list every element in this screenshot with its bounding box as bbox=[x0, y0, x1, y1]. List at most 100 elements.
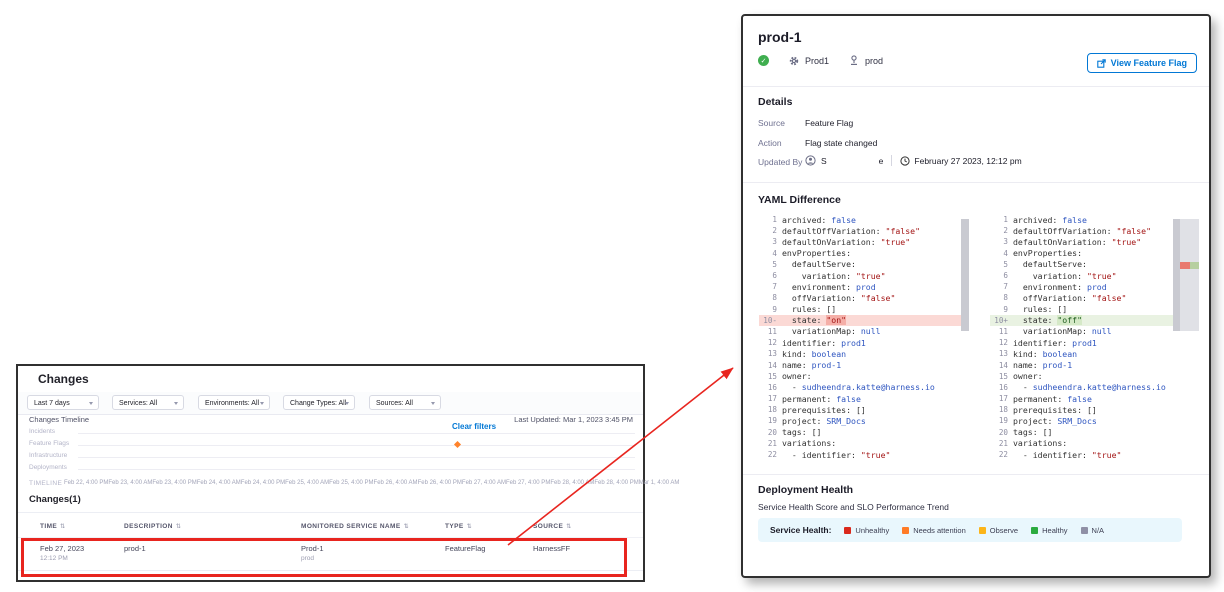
yaml-code: - sudheendra.katte@harness.io bbox=[782, 382, 935, 392]
legend-item-label: Needs attention bbox=[913, 526, 966, 535]
updated-by-row: S e February 27 2023, 12:12 pm bbox=[805, 155, 1022, 166]
line-number: 19 bbox=[759, 416, 782, 425]
changes-count-label: Changes(1) bbox=[29, 494, 81, 505]
legend-item-label: N/A bbox=[1092, 526, 1105, 535]
timeline-tick-label: Feb 25, 4:00 PM bbox=[329, 480, 373, 486]
yaml-code: defaultOnVariation: "true" bbox=[1013, 237, 1141, 247]
column-header-time[interactable]: TIME bbox=[40, 523, 124, 530]
yaml-token: false bbox=[836, 394, 861, 404]
timeline-tick-label: Feb 23, 4:00 AM bbox=[108, 480, 152, 486]
yaml-token: "true" bbox=[1092, 450, 1122, 460]
yaml-diff-right-pane[interactable]: 1archived: false2defaultOffVariation: "f… bbox=[990, 214, 1194, 460]
yaml-line: 14name: prod-1 bbox=[759, 359, 963, 370]
yaml-line: 20tags: [] bbox=[759, 427, 963, 438]
service-ref-label: Prod1 bbox=[805, 56, 829, 66]
yaml-diff-left-pane[interactable]: 1archived: false2defaultOffVariation: "f… bbox=[759, 214, 963, 460]
changes-table-row[interactable]: Feb 27, 202312:12 PMprod-1Prod-1prodFeat… bbox=[18, 537, 643, 571]
line-number: 3 bbox=[990, 237, 1013, 246]
monitored-service-sub-value: prod bbox=[301, 555, 445, 562]
changes-table: TIMEDESCRIPTIONMONITORED SERVICE NAMETYP… bbox=[18, 512, 643, 571]
yaml-token: [] bbox=[856, 405, 866, 415]
yaml-code: defaultServe: bbox=[782, 259, 856, 269]
yaml-code: variations: bbox=[782, 438, 836, 448]
yaml-line: 9 rules: [] bbox=[990, 304, 1194, 315]
yaml-line: 9 rules: [] bbox=[759, 304, 963, 315]
yaml-token: prod1 bbox=[1072, 338, 1097, 348]
divider bbox=[891, 155, 892, 166]
yaml-code: project: SRM_Docs bbox=[1013, 416, 1097, 426]
yaml-token: environment: bbox=[1013, 282, 1087, 292]
column-header-type[interactable]: TYPE bbox=[445, 523, 533, 530]
yaml-line: 5 defaultServe: bbox=[759, 259, 963, 270]
line-number: 7 bbox=[759, 282, 782, 291]
yaml-token: "true" bbox=[861, 450, 891, 460]
yaml-token: "true" bbox=[1087, 271, 1117, 281]
legend-color-square bbox=[844, 527, 851, 534]
service-health-legend: Service Health: UnhealthyNeeds attention… bbox=[758, 518, 1182, 542]
yaml-line: 8 offVariation: "false" bbox=[759, 292, 963, 303]
yaml-token: prod1 bbox=[841, 338, 866, 348]
legend-item-needs-attention: Needs attention bbox=[902, 526, 966, 535]
filter-dropdown-0[interactable]: Last 7 days bbox=[27, 395, 99, 410]
yaml-code: rules: [] bbox=[1013, 304, 1067, 314]
column-header-description[interactable]: DESCRIPTION bbox=[124, 523, 301, 530]
deployment-health-subtitle: Service Health Score and SLO Performance… bbox=[758, 502, 949, 512]
filter-dropdown-4[interactable]: Sources: All bbox=[369, 395, 441, 410]
page: Changes Last 7 daysServices: AllEnvironm… bbox=[0, 0, 1224, 592]
column-header-monitored-service-name[interactable]: MONITORED SERVICE NAME bbox=[301, 523, 445, 530]
yaml-token: sudheendra.katte@harness.io bbox=[802, 382, 935, 392]
filter-dropdown-value: Change Types: All bbox=[290, 400, 346, 407]
line-number: 4 bbox=[759, 249, 782, 258]
yaml-token: defaultServe: bbox=[1013, 259, 1087, 269]
left-pane-scrollbar[interactable] bbox=[961, 219, 969, 331]
right-pane-scrollbar[interactable] bbox=[1173, 219, 1180, 331]
yaml-token: variation: bbox=[1013, 271, 1087, 281]
filter-dropdown-value: Sources: All bbox=[376, 400, 413, 407]
timeline-row-line bbox=[78, 457, 635, 458]
yaml-line: 3defaultOnVariation: "true" bbox=[759, 236, 963, 247]
yaml-token: variationMap: bbox=[1013, 326, 1092, 336]
change-meta-row: Prod1 prod bbox=[758, 55, 883, 66]
line-number: 20 bbox=[759, 428, 782, 437]
filter-dropdown-3[interactable]: Change Types: All bbox=[283, 395, 355, 410]
view-feature-flag-button[interactable]: View Feature Flag bbox=[1087, 53, 1197, 73]
yaml-token: "on" bbox=[826, 315, 846, 325]
deployment-health-heading: Deployment Health bbox=[758, 484, 853, 496]
yaml-line: 19project: SRM_Docs bbox=[759, 415, 963, 426]
yaml-code: defaultOnVariation: "true" bbox=[782, 237, 910, 247]
timeline-tick-label: Mar 1, 4:00 AM bbox=[639, 480, 680, 486]
yaml-token: false bbox=[1067, 394, 1092, 404]
changes-panel: Changes Last 7 daysServices: AllEnvironm… bbox=[16, 364, 645, 582]
feature-flag-change-marker[interactable] bbox=[454, 441, 461, 448]
yaml-line: 1archived: false bbox=[990, 214, 1194, 225]
time-sub-value: 12:12 PM bbox=[40, 555, 124, 562]
line-number: 22 bbox=[990, 450, 1013, 459]
details-heading: Details bbox=[758, 96, 792, 108]
diff-removed-marker bbox=[1180, 262, 1190, 269]
yaml-token: prod-1 bbox=[812, 360, 842, 370]
yaml-token: offVariation: bbox=[782, 293, 861, 303]
yaml-line: 10- state: "on" bbox=[759, 315, 963, 326]
filter-dropdown-2[interactable]: Environments: All bbox=[198, 395, 270, 410]
yaml-line: 1archived: false bbox=[759, 214, 963, 225]
line-number: 4 bbox=[990, 249, 1013, 258]
yaml-token: sudheendra.katte@harness.io bbox=[1033, 382, 1166, 392]
updated-by-label: Updated By bbox=[758, 157, 802, 167]
yaml-code: permanent: false bbox=[782, 394, 861, 404]
yaml-code: envProperties: bbox=[1013, 248, 1082, 258]
yaml-token: null bbox=[861, 326, 881, 336]
timeline-row: Deployments bbox=[18, 462, 643, 474]
last-updated-text: Last Updated: Mar 1, 2023 3:45 PM bbox=[514, 415, 633, 424]
line-number: 3 bbox=[759, 237, 782, 246]
line-number: 2 bbox=[759, 226, 782, 235]
legend-item-label: Observe bbox=[990, 526, 1018, 535]
yaml-line: 16 - sudheendra.katte@harness.io bbox=[759, 382, 963, 393]
source-value: Feature Flag bbox=[805, 118, 853, 128]
yaml-code: tags: [] bbox=[1013, 427, 1052, 437]
chevron-down-icon bbox=[260, 402, 264, 405]
column-header-source[interactable]: SOURCE bbox=[533, 523, 643, 530]
timeline-ticks: Feb 22, 4:00 PMFeb 23, 4:00 AMFeb 23, 4:… bbox=[64, 480, 640, 486]
line-number: 15 bbox=[759, 372, 782, 381]
filter-dropdown-1[interactable]: Services: All bbox=[112, 395, 184, 410]
divider bbox=[743, 474, 1209, 475]
